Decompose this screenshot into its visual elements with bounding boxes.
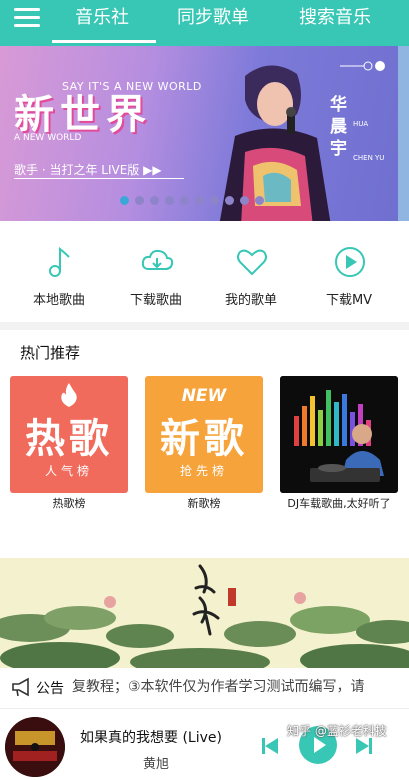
- hot-section-title: 热门推荐: [20, 344, 81, 362]
- spacer: [0, 528, 409, 558]
- cloud-download-icon: [141, 249, 174, 270]
- banner-dot[interactable]: [240, 196, 249, 205]
- top-nav-bar: 音乐社 同步歌单 搜索音乐: [0, 0, 409, 46]
- quick-actions: 本地歌曲 下载歌曲 我的歌单 下载MV: [0, 221, 409, 321]
- app-root: 音乐社 同步歌单 搜索音乐 SAY IT'S A NEW WORLD 新世界 A…: [0, 0, 409, 780]
- play-circle-icon: [335, 247, 365, 277]
- tab-search-music[interactable]: 搜索音乐: [299, 3, 371, 29]
- banner-artist-en-first: HUA: [353, 120, 369, 128]
- banner-dot[interactable]: [195, 196, 204, 205]
- banner-caption-underline: [14, 178, 184, 179]
- banner-dot[interactable]: [150, 196, 159, 205]
- banner-pagination: [120, 196, 264, 208]
- dj-playlist-caption: DJ车载歌曲,太好听了: [287, 497, 391, 510]
- banner-dot[interactable]: [255, 196, 264, 205]
- heart-icon: [237, 249, 267, 276]
- banner-artist-name: 华晨宇: [330, 95, 347, 159]
- tab-sync-playlist[interactable]: 同步歌单: [177, 3, 249, 29]
- lotus-painting-image: [0, 558, 409, 668]
- mini-player[interactable]: 如果真的我想要 (Live) 黄旭 知乎 @蓝衫老科技: [0, 708, 409, 780]
- album-cover-image: [5, 717, 65, 777]
- my-playlists-label: 我的歌单: [224, 293, 277, 308]
- download-mv-button[interactable]: 下载MV: [304, 245, 394, 315]
- banner-dot[interactable]: [225, 196, 234, 205]
- banner-dot[interactable]: [120, 196, 129, 205]
- download-songs-label: 下载歌曲: [129, 293, 182, 308]
- notice-label: 公告: [36, 681, 64, 697]
- next-banner-peek: [398, 46, 409, 221]
- download-songs-button[interactable]: 下载歌曲: [111, 245, 201, 315]
- notice-marquee-text: 复教程；③本软件仅为作者学习测试而编写，请: [72, 679, 365, 695]
- new-tag: NEW: [181, 386, 227, 406]
- notice-bar[interactable]: 公告 复教程；③本软件仅为作者学习测试而编写，请: [0, 668, 409, 706]
- banner-dot[interactable]: [180, 196, 189, 205]
- banner-dot[interactable]: [165, 196, 174, 205]
- banner-dot[interactable]: [135, 196, 144, 205]
- hot-chart-card[interactable]: 热歌 人气榜 热歌榜: [10, 376, 128, 514]
- local-songs-button[interactable]: 本地歌曲: [14, 245, 104, 315]
- section-divider: [0, 322, 409, 330]
- music-note-icon: [49, 246, 70, 277]
- my-playlists-button[interactable]: 我的歌单: [206, 245, 296, 315]
- tab-music-community[interactable]: 音乐社: [75, 3, 129, 29]
- dj-playlist-cover: [280, 376, 398, 493]
- megaphone-icon: [12, 677, 29, 697]
- dj-equalizer-image: [280, 376, 398, 493]
- new-cover-subtitle: 抢先榜: [179, 464, 228, 478]
- banner-toggle-icon: [340, 61, 385, 71]
- hot-cover-subtitle: 人气榜: [44, 464, 93, 478]
- active-tab-indicator: [52, 40, 156, 43]
- promo-banner[interactable]: SAY IT'S A NEW WORLD 新世界 A NEW WORLD 歌手 …: [0, 46, 409, 221]
- next-track-icon[interactable]: [356, 737, 372, 755]
- banner-artist-en-last: CHEN YU: [353, 154, 385, 162]
- hamburger-menu-icon[interactable]: [14, 6, 42, 30]
- banner-dot[interactable]: [210, 196, 219, 205]
- album-art[interactable]: [5, 717, 65, 777]
- previous-track-icon[interactable]: [262, 737, 278, 755]
- now-playing-artist: 黄旭: [143, 757, 170, 772]
- hot-cover-title: 热歌: [25, 416, 113, 462]
- lotus-promo-banner[interactable]: 西施: [0, 558, 409, 668]
- new-chart-caption: 新歌榜: [187, 497, 221, 510]
- new-chart-card[interactable]: NEW 新歌 抢先榜 新歌榜: [145, 376, 263, 514]
- flame-icon: [61, 383, 77, 407]
- banner-small-en: A NEW WORLD: [14, 133, 82, 143]
- hot-chart-cover: 热歌 人气榜: [10, 376, 128, 493]
- watermark-text: 知乎 @蓝衫老科技: [287, 724, 387, 738]
- hot-chart-caption: 热歌榜: [52, 497, 86, 510]
- now-playing-title: 如果真的我想要 (Live): [80, 730, 222, 746]
- download-mv-label: 下载MV: [325, 293, 373, 308]
- new-cover-title: 新歌: [160, 416, 248, 462]
- dj-playlist-card[interactable]: DJ车载歌曲,太好听了: [280, 376, 398, 514]
- banner-title: 新世界: [14, 92, 152, 138]
- banner-caption: 歌手 · 当打之年 LIVE版 ▶▶: [14, 163, 162, 177]
- new-chart-cover: NEW 新歌 抢先榜: [145, 376, 263, 493]
- local-songs-label: 本地歌曲: [32, 293, 85, 308]
